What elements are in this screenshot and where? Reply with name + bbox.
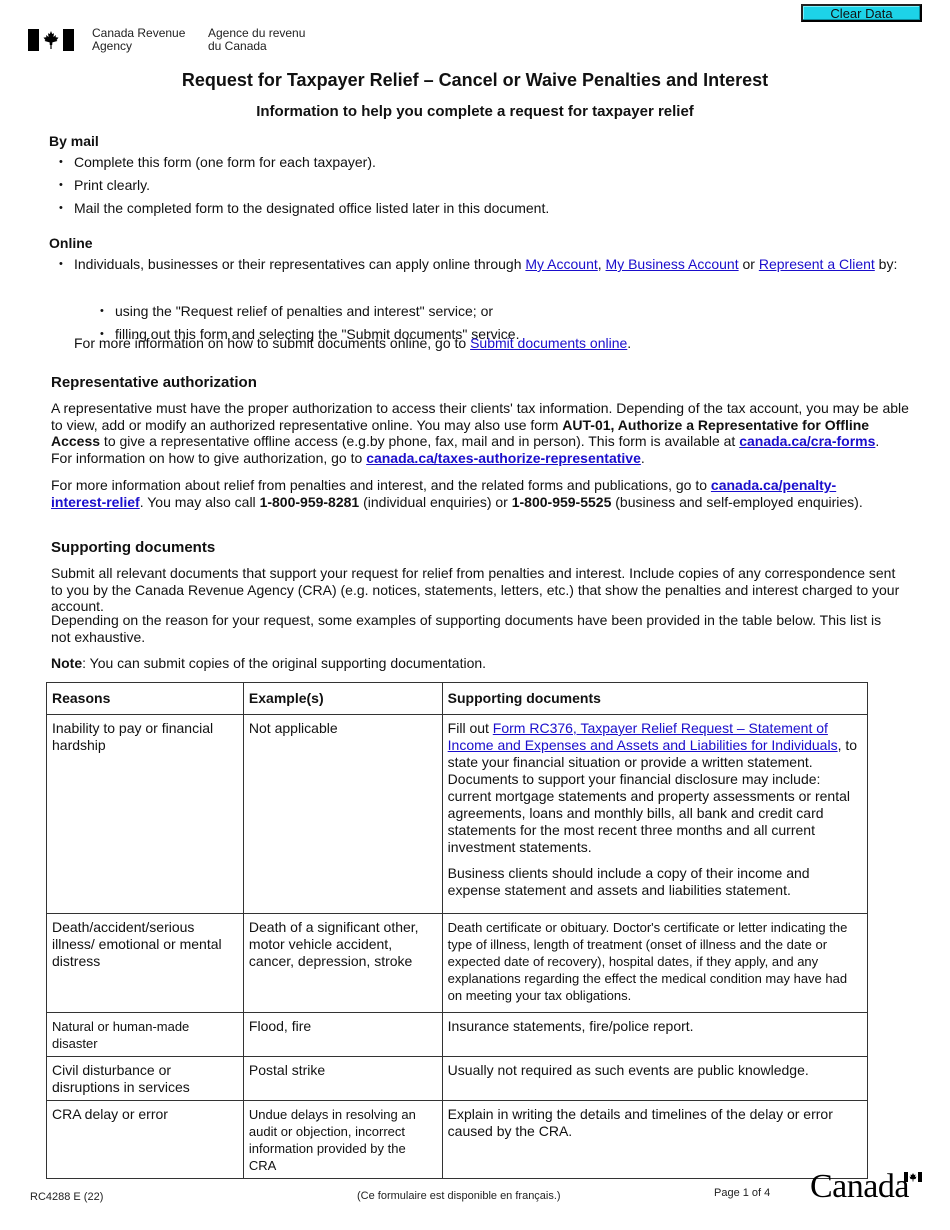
canada-wordmark-flag-icon: [904, 1172, 922, 1182]
supporting-docs-cell: Explain in writing the details and timel…: [441, 1100, 869, 1179]
supporting-documents-table: Reasons Example(s) Supporting documents …: [46, 682, 869, 1179]
submit-documents-online-link[interactable]: Submit documents online: [470, 335, 627, 351]
submit-online-paragraph: For more information on how to submit do…: [74, 335, 936, 352]
business-phone-number: 1-800-959-5525: [511, 493, 612, 510]
list-item: using the "Request relief of penalties a…: [98, 303, 519, 326]
page-number: Page 1 of 4: [714, 1187, 771, 1199]
separator-text: ,: [597, 256, 606, 272]
note-label: Note: [51, 655, 83, 671]
authorize-representative-link[interactable]: canada.ca/taxes-authorize-representative: [366, 450, 641, 466]
relief-info-text: (individual enquiries) or: [359, 493, 512, 510]
my-account-link[interactable]: My Account: [525, 256, 597, 272]
individual-phone-number: 1-800-959-8281: [259, 493, 360, 510]
table-row: Civil disturbance or disruptions in serv…: [46, 1056, 869, 1101]
supporting-paragraph-2: Depending on the reason for your request…: [51, 612, 882, 645]
reason-cell: CRA delay or error: [46, 1100, 244, 1179]
more-info-text: For more information on how to submit do…: [74, 335, 471, 351]
represent-a-client-link[interactable]: Represent a Client: [759, 256, 875, 272]
examples-cell: Flood, fire: [242, 1012, 443, 1057]
online-list: Individuals, businesses or their represe…: [57, 256, 897, 279]
examples-cell: Postal strike: [242, 1056, 443, 1101]
supporting-docs-cell: Usually not required as such events are …: [441, 1056, 869, 1101]
business-clients-text: Business clients should include a copy o…: [447, 865, 810, 898]
canada-wordmark-text: Canada: [810, 1168, 909, 1205]
examples-cell: Not applicable: [242, 714, 443, 914]
table-row: Death/accident/serious illness/ emotiona…: [46, 913, 869, 1013]
department-name-french: Agence du revenu du Canada: [208, 27, 305, 53]
note-text: : You can submit copies of the original …: [82, 655, 487, 671]
department-name-english: Canada Revenue Agency: [92, 27, 185, 53]
online-heading: Online: [49, 235, 93, 251]
supporting-paragraph-1: Submit all relevant documents that suppo…: [51, 565, 900, 614]
table-row: Natural or human-made disaster Flood, fi…: [46, 1012, 869, 1057]
examples-cell: Undue delays in resolving an audit or ob…: [242, 1100, 443, 1179]
supporting-docs-cell: Fill out Form RC376, Taxpayer Relief Req…: [441, 714, 869, 914]
reason-cell: Inability to pay or financial hardship: [46, 714, 244, 914]
reason-cell: Death/accident/serious illness/ emotiona…: [46, 913, 244, 1013]
relief-info-text: (business and self-employed enquiries).: [611, 493, 863, 510]
rep-auth-text: For information on how to give authoriza…: [51, 449, 367, 466]
rep-auth-paragraph: A representative must have the proper au…: [51, 400, 913, 466]
column-header-reasons: Reasons: [46, 682, 244, 715]
canada-flag-icon: [28, 29, 74, 51]
page-title: Request for Taxpayer Relief – Cancel or …: [181, 70, 769, 90]
rep-auth-heading: Representative authorization: [51, 374, 257, 391]
form-code: RC4288 E (22): [30, 1191, 104, 1203]
canada-wordmark: Canada: [810, 1170, 925, 1204]
my-business-account-link[interactable]: My Business Account: [606, 256, 739, 272]
list-item: Individuals, businesses or their represe…: [57, 256, 897, 279]
period-text: .: [875, 433, 880, 449]
page-subtitle: Information to help you complete a reque…: [256, 103, 694, 120]
dept-fr-line2: du Canada: [208, 39, 267, 53]
supporting-documents-heading: Supporting documents: [51, 539, 216, 556]
column-header-supporting-documents: Supporting documents: [441, 682, 869, 715]
cra-forms-link[interactable]: canada.ca/cra-forms: [739, 433, 875, 449]
by-mail-heading: By mail: [49, 133, 99, 149]
separator-text: or: [738, 256, 759, 272]
french-availability-note: (Ce formulaire est disponible en françai…: [357, 1190, 561, 1202]
supporting-note: Note: You can submit copies of the origi…: [51, 655, 913, 672]
table-row: CRA delay or error Undue delays in resol…: [46, 1100, 869, 1179]
online-intro-text: Individuals, businesses or their represe…: [74, 256, 526, 272]
supporting-docs-text: , to state your financial situation or p…: [447, 737, 858, 855]
clear-data-button[interactable]: Clear Data: [801, 4, 922, 22]
supporting-docs-cell: Death certificate or obituary. Doctor's …: [441, 913, 869, 1013]
period-text: .: [640, 449, 645, 466]
column-header-examples: Example(s): [242, 682, 443, 715]
relief-info-paragraph: For more information about relief from p…: [51, 477, 891, 510]
reason-cell: Natural or human-made disaster: [46, 1012, 244, 1057]
supporting-docs-cell: Insurance statements, fire/police report…: [441, 1012, 869, 1057]
list-item: Mail the completed form to the designate…: [57, 200, 549, 223]
by-mail-list: Complete this form (one form for each ta…: [57, 154, 549, 223]
form-rc376-link[interactable]: Form RC376, Taxpayer Relief Request – St…: [448, 720, 838, 753]
online-intro-end: by:: [874, 256, 898, 272]
dept-en-line2: Agency: [92, 39, 133, 53]
relief-info-text: . You may also call: [139, 493, 260, 510]
period-text: .: [627, 335, 632, 351]
table-row: Inability to pay or financial hardship N…: [46, 714, 869, 914]
list-item: Complete this form (one form for each ta…: [57, 154, 549, 177]
maple-leaf-icon: [43, 31, 59, 49]
reason-cell: Civil disturbance or disruptions in serv…: [46, 1056, 244, 1101]
rep-auth-text: to give a representative offline access …: [100, 433, 740, 449]
fill-out-text: Fill out: [447, 720, 493, 736]
relief-info-text: For more information about relief from p…: [51, 477, 711, 493]
list-item: Print clearly.: [57, 177, 549, 200]
examples-cell: Death of a significant other, motor vehi…: [242, 913, 443, 1013]
table-header-row: Reasons Example(s) Supporting documents: [46, 682, 869, 715]
